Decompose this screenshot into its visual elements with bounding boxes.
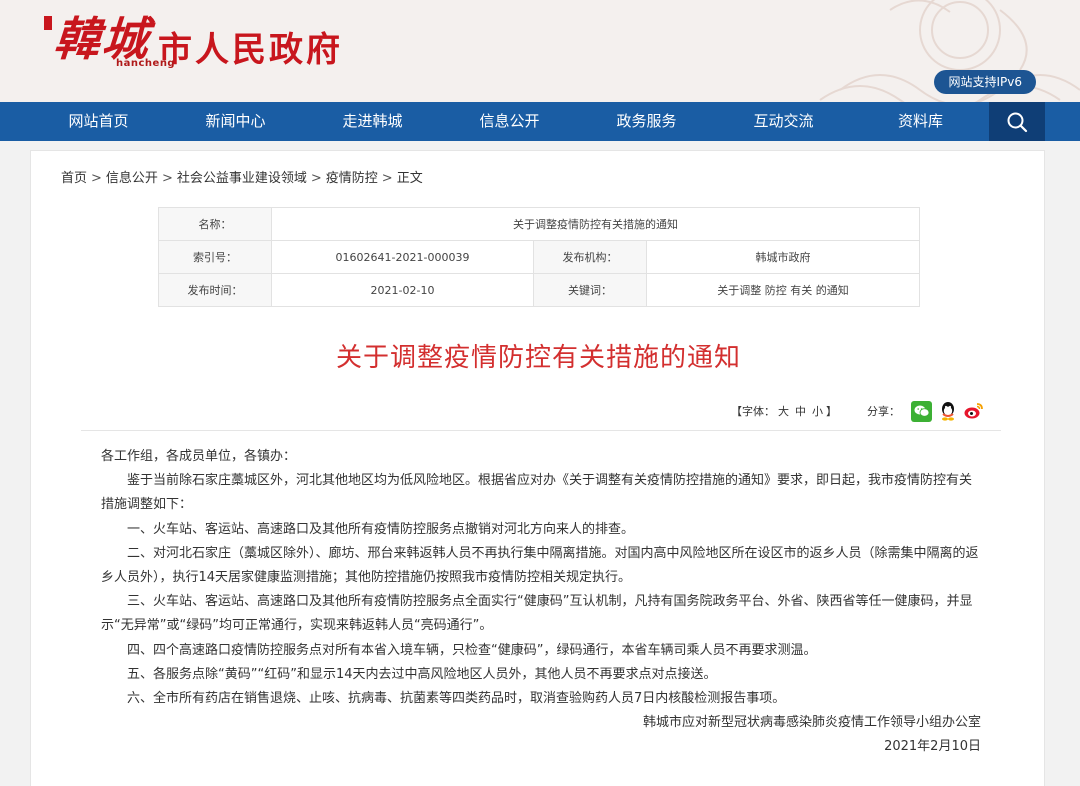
site-header: 韓城 hancheng 市人民政府 网站支持IPv6 (0, 0, 1080, 102)
breadcrumb: 首页 > 信息公开 > 社会公益事业建设领域 > 疫情防控 > 正文 (61, 167, 423, 186)
article-sign-date: 2021年2月10日 (884, 739, 981, 755)
breadcrumb-epidemic[interactable]: 疫情防控 (326, 171, 378, 186)
ipv6-badge: 网站支持IPv6 (934, 70, 1036, 94)
nav-item-info[interactable]: 信息公开 (441, 102, 578, 141)
article-signature: 韩城市应对新型冠状病毒感染肺炎疫情工作领导小组办公室 (642, 715, 981, 731)
meta-keyword-label: 关键词： (533, 273, 647, 307)
font-size-large[interactable]: 大 (778, 405, 789, 418)
meta-date-value: 2021-02-10 (271, 273, 534, 307)
article-body: 各工作组，各成员单位，各镇办： 鉴于当前除石家庄藁城区外，河北其他地区均为低风险… (101, 445, 981, 760)
search-icon (1007, 112, 1028, 132)
divider (81, 430, 1001, 431)
nav-item-services[interactable]: 政务服务 (578, 102, 715, 141)
nav-item-library[interactable]: 资料库 (852, 102, 989, 141)
site-logo[interactable]: 韓城 hancheng 市人民政府 (44, 8, 343, 78)
meta-index-value: 01602641-2021-000039 (271, 240, 534, 274)
article-paragraph: 二、对河北石家庄（藁城区除外）、廊坊、邢台来韩返韩人员不再执行集中隔离措施。对国… (101, 545, 979, 586)
content-panel: 首页 > 信息公开 > 社会公益事业建设领域 > 疫情防控 > 正文 名称： 关于调整疫情防控有… (30, 150, 1045, 786)
breadcrumb-public-welfare[interactable]: 社会公益事业建设领域 (177, 171, 307, 186)
nav-item-home[interactable]: 网站首页 (30, 102, 167, 141)
breadcrumb-separator: > (381, 171, 393, 186)
font-size-switcher: 【字体：大中小】 (731, 403, 837, 419)
weibo-icon[interactable] (963, 400, 984, 422)
font-label: 【字体： (731, 405, 775, 418)
font-size-medium[interactable]: 中 (795, 405, 806, 418)
qq-icon[interactable] (937, 400, 958, 422)
logo-gov-name: 市人民政府 (158, 30, 343, 70)
article-paragraph: 六、全市所有药店在销售退烧、止咳、抗病毒、抗菌素等四类药品时，取消查验购药人员7… (127, 691, 786, 707)
article-toolbar: 【字体：大中小】 分享： (731, 399, 984, 423)
meta-index-label: 索引号： (158, 240, 272, 274)
meta-keyword-value: 关于调整 防控 有关 的通知 (646, 273, 920, 307)
document-meta-table: 名称： 关于调整疫情防控有关措施的通知 索引号： 01602641-2021-0… (158, 207, 920, 307)
search-button[interactable] (989, 102, 1045, 141)
breadcrumb-current: 正文 (396, 171, 423, 186)
breadcrumb-info[interactable]: 信息公开 (106, 171, 158, 186)
article-title: 关于调整疫情防控有关措施的通知 (335, 343, 741, 373)
nav-item-interaction[interactable]: 互动交流 (715, 102, 852, 141)
share-label: 分享： (867, 405, 900, 418)
article-paragraph: 四、四个高速路口疫情防控服务点对所有本省入境车辆，只检查“健康码”，绿码通行，本… (127, 642, 817, 658)
main-nav: 网站首页 新闻中心 走进韩城 信息公开 政务服务 互动交流 资料库 (0, 102, 1080, 141)
nav-item-news[interactable]: 新闻中心 (167, 102, 304, 141)
breadcrumb-separator: > (310, 171, 322, 186)
nav-item-about[interactable]: 走进韩城 (304, 102, 441, 141)
logo-seal (44, 16, 52, 30)
meta-name-label: 名称： (158, 207, 272, 241)
font-close: 】 (826, 405, 837, 418)
meta-org-value: 韩城市政府 (646, 240, 920, 274)
breadcrumb-separator: > (91, 171, 102, 186)
article-greeting: 各工作组，各成员单位，各镇办： (101, 449, 297, 464)
wechat-icon[interactable] (911, 400, 932, 422)
article-paragraph: 三、火车站、客运站、高速路口及其他所有疫情防控服务点全面实行“健康码”互认机制，… (101, 594, 973, 634)
meta-org-label: 发布机构： (533, 240, 647, 274)
article-paragraph: 五、各服务点除“黄码”“红码”和显示14天内去过中高风险地区人员外，其他人员不再… (127, 666, 717, 682)
article-paragraph: 一、火车站、客运站、高速路口及其他所有疫情防控服务点撤销对河北方向来人的排查。 (127, 521, 635, 537)
breadcrumb-separator: > (161, 171, 173, 186)
breadcrumb-home[interactable]: 首页 (61, 171, 87, 186)
article-paragraph: 鉴于当前除石家庄藁城区外，河北其他地区均为低风险地区。根据省应对办《关于调整有关… (101, 473, 973, 513)
meta-date-label: 发布时间： (158, 273, 272, 307)
font-size-small[interactable]: 小 (812, 405, 823, 418)
logo-pinyin: hancheng (116, 58, 176, 69)
meta-name-value: 关于调整疫情防控有关措施的通知 (271, 207, 920, 241)
